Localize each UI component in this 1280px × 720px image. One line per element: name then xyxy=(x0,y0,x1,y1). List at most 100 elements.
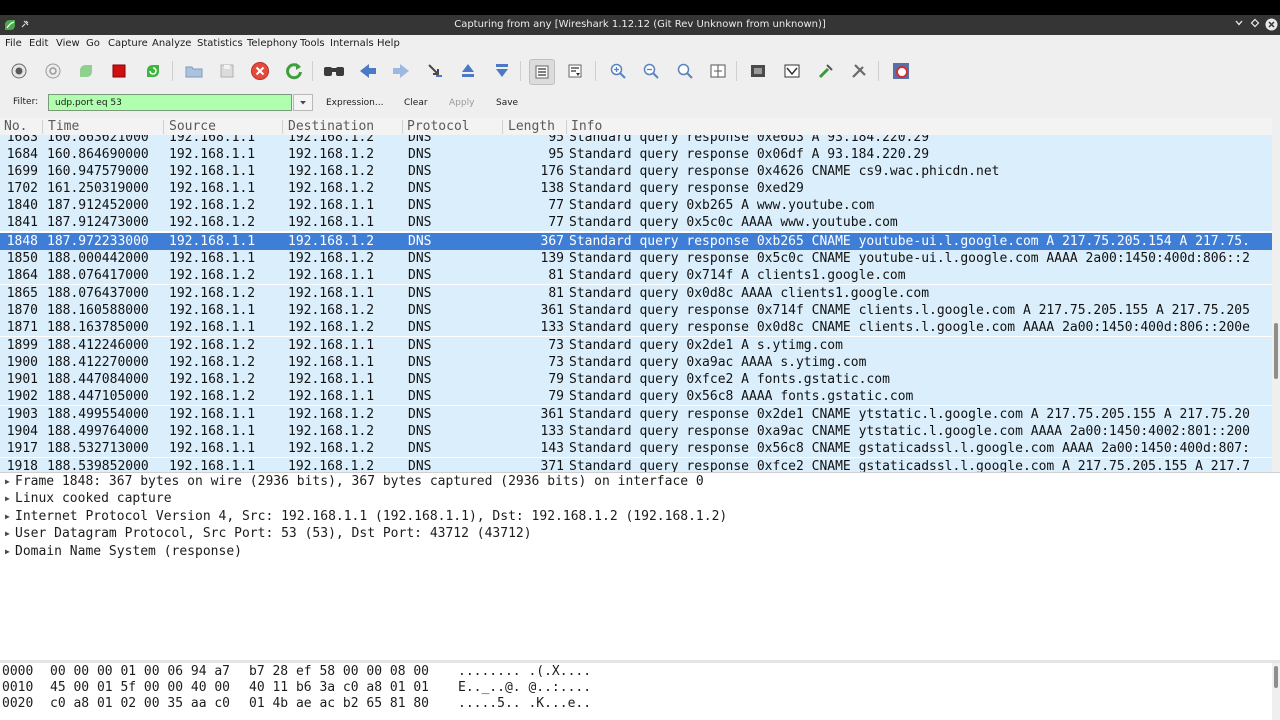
menu-telephony[interactable]: Telephony xyxy=(247,38,298,49)
packet-row[interactable]: 1899 188.412246000 192.168.1.2 192.168.1.1 D… xyxy=(0,337,1272,354)
hex-pane-scrollbar[interactable] xyxy=(1272,663,1280,720)
packet-info: Standard query response 0xe6b3 A 93.184.… xyxy=(569,135,930,145)
coloring-rules-icon[interactable] xyxy=(814,59,838,83)
column-header-source[interactable]: Source xyxy=(169,119,216,134)
close-icon[interactable] xyxy=(1264,18,1278,32)
save-filter-button[interactable]: Save xyxy=(496,98,518,108)
packet-row[interactable]: 1864 188.076417000 192.168.1.2 192.168.1.1 D… xyxy=(0,267,1272,284)
column-divider[interactable] xyxy=(402,120,403,134)
packet-row[interactable]: 1683 160.863621000 192.168.1.1 192.168.1.2 D… xyxy=(0,135,1272,146)
column-divider[interactable] xyxy=(163,120,164,134)
packet-row[interactable]: 1684 160.864690000 192.168.1.1 192.168.1.2 D… xyxy=(0,146,1272,163)
packet-row[interactable]: 1850 188.000442000 192.168.1.1 192.168.1.2 D… xyxy=(0,250,1272,267)
go-last-icon[interactable] xyxy=(490,59,514,83)
hex-row: 0020 c0 a8 01 02 00 35 aa c0 01 4b ae ac… xyxy=(0,695,591,712)
hex-bytes[interactable]: 01 4b ae ac b2 65 81 80 xyxy=(249,695,429,712)
packet-row[interactable]: 1918 188.539852000 192.168.1.1 192.168.1.2 D… xyxy=(0,458,1272,472)
packet-row[interactable]: 1902 188.447105000 192.168.1.2 192.168.1.1 D… xyxy=(0,388,1272,405)
zoom-out-icon[interactable] xyxy=(639,59,663,83)
column-header-protocol[interactable]: Protocol xyxy=(407,119,470,134)
hex-ascii[interactable]: .....5.. .K...e.. xyxy=(458,695,591,712)
interfaces-icon[interactable] xyxy=(7,59,31,83)
restart-capture-icon[interactable] xyxy=(141,59,165,83)
menu-help[interactable]: Help xyxy=(377,38,400,49)
menu-tools[interactable]: Tools xyxy=(300,38,325,49)
menu-internals[interactable]: Internals xyxy=(330,38,374,49)
save-file-icon[interactable] xyxy=(215,59,239,83)
column-header-no[interactable]: No. xyxy=(4,119,27,134)
column-header-length[interactable]: Length xyxy=(508,119,555,134)
go-first-icon[interactable] xyxy=(456,59,480,83)
menu-analyze[interactable]: Analyze xyxy=(152,38,191,49)
scrollbar-thumb[interactable] xyxy=(1274,323,1278,379)
packet-row[interactable]: 1904 188.499764000 192.168.1.1 192.168.1.2 D… xyxy=(0,423,1272,440)
filter-dropdown-button[interactable] xyxy=(293,94,313,111)
packet-row[interactable]: 1865 188.076437000 192.168.1.2 192.168.1.1 D… xyxy=(0,285,1272,302)
go-to-packet-icon[interactable] xyxy=(423,59,447,83)
hex-ascii[interactable]: ........ .(.X.... xyxy=(458,663,591,680)
hex-bytes[interactable]: 00 00 00 01 00 06 94 a7 xyxy=(50,663,230,680)
packet-row[interactable]: 1702 161.250319000 192.168.1.1 192.168.1.2 D… xyxy=(0,180,1272,197)
zoom-in-icon[interactable] xyxy=(606,59,630,83)
packet-row[interactable]: 1900 188.412270000 192.168.1.2 192.168.1.1 D… xyxy=(0,354,1272,371)
reload-icon[interactable] xyxy=(282,59,306,83)
menu-view[interactable]: View xyxy=(56,38,80,49)
packet-row[interactable]: 1699 160.947579000 192.168.1.1 192.168.1.2 D… xyxy=(0,163,1272,180)
apply-button[interactable]: Apply xyxy=(449,98,474,108)
auto-scroll-icon[interactable] xyxy=(563,59,587,83)
column-header-info[interactable]: Info xyxy=(571,119,602,134)
go-back-icon[interactable] xyxy=(356,59,380,83)
packet-row[interactable]: 1840 187.912452000 192.168.1.2 192.168.1.1 D… xyxy=(0,197,1272,214)
menu-edit[interactable]: Edit xyxy=(29,38,48,49)
expand-arrow-icon[interactable]: ▶ xyxy=(5,525,13,542)
packet-row[interactable]: 1903 188.499554000 192.168.1.1 192.168.1.2 D… xyxy=(0,406,1272,423)
clear-button[interactable]: Clear xyxy=(404,98,428,108)
open-file-icon[interactable] xyxy=(182,59,206,83)
column-divider[interactable] xyxy=(502,120,503,134)
minimize-icon[interactable] xyxy=(1232,18,1246,32)
column-header-time[interactable]: Time xyxy=(48,119,79,134)
close-file-icon[interactable] xyxy=(248,59,272,83)
go-forward-icon[interactable] xyxy=(389,59,413,83)
hex-bytes[interactable]: 45 00 01 5f 00 00 40 00 xyxy=(50,679,230,696)
find-packet-icon[interactable] xyxy=(322,59,346,83)
expand-arrow-icon[interactable]: ▶ xyxy=(5,490,13,507)
display-filters-icon[interactable] xyxy=(780,59,804,83)
menu-go[interactable]: Go xyxy=(86,38,100,49)
packet-row[interactable]: 1841 187.912473000 192.168.1.2 192.168.1.1 D… xyxy=(0,214,1272,231)
menu-capture[interactable]: Capture xyxy=(108,38,148,49)
expand-arrow-icon[interactable]: ▶ xyxy=(5,508,13,525)
hex-bytes[interactable]: b7 28 ef 58 00 00 08 00 xyxy=(249,663,429,680)
menu-statistics[interactable]: Statistics xyxy=(197,38,243,49)
menu-file[interactable]: File xyxy=(5,38,22,49)
normal-size-icon[interactable] xyxy=(673,59,697,83)
expression-button[interactable]: Expression... xyxy=(326,98,383,108)
scrollbar-thumb[interactable] xyxy=(1274,666,1278,688)
hex-bytes[interactable]: 40 11 b6 3a c0 a8 01 01 xyxy=(249,679,429,696)
capture-filters-icon[interactable] xyxy=(746,59,770,83)
preferences-icon[interactable] xyxy=(847,59,871,83)
filter-input[interactable]: udp.port eq 53 xyxy=(48,94,292,111)
hex-bytes[interactable]: c0 a8 01 02 00 35 aa c0 xyxy=(50,695,230,712)
packet-protocol: DNS xyxy=(408,389,432,404)
column-divider[interactable] xyxy=(42,120,43,134)
selected-packet-row[interactable]: 1848 187.972233000 192.168.1.1 192.168.1.2 D… xyxy=(0,233,1272,250)
colorize-icon[interactable] xyxy=(529,59,555,85)
help-icon[interactable] xyxy=(889,59,913,83)
maximize-icon[interactable] xyxy=(1248,18,1262,32)
stop-capture-icon[interactable] xyxy=(107,59,131,83)
column-divider[interactable] xyxy=(566,120,567,134)
hex-ascii[interactable]: E.._..@. @..:.... xyxy=(458,679,591,696)
start-capture-icon[interactable] xyxy=(74,59,98,83)
packet-row[interactable]: 1871 188.163785000 192.168.1.1 192.168.1.2 D… xyxy=(0,319,1272,336)
column-divider[interactable] xyxy=(282,120,283,134)
packet-list-scrollbar[interactable] xyxy=(1272,118,1280,472)
resize-columns-icon[interactable] xyxy=(706,59,730,83)
column-header-destination[interactable]: Destination xyxy=(288,119,374,134)
expand-arrow-icon[interactable]: ▶ xyxy=(5,543,13,560)
packet-row[interactable]: 1917 188.532713000 192.168.1.1 192.168.1.2 D… xyxy=(0,440,1272,457)
expand-arrow-icon[interactable]: ▶ xyxy=(5,473,13,490)
packet-row[interactable]: 1901 188.447084000 192.168.1.2 192.168.1.1 D… xyxy=(0,371,1272,388)
options-icon[interactable] xyxy=(41,59,65,83)
packet-row[interactable]: 1870 188.160588000 192.168.1.1 192.168.1.2 D… xyxy=(0,302,1272,319)
